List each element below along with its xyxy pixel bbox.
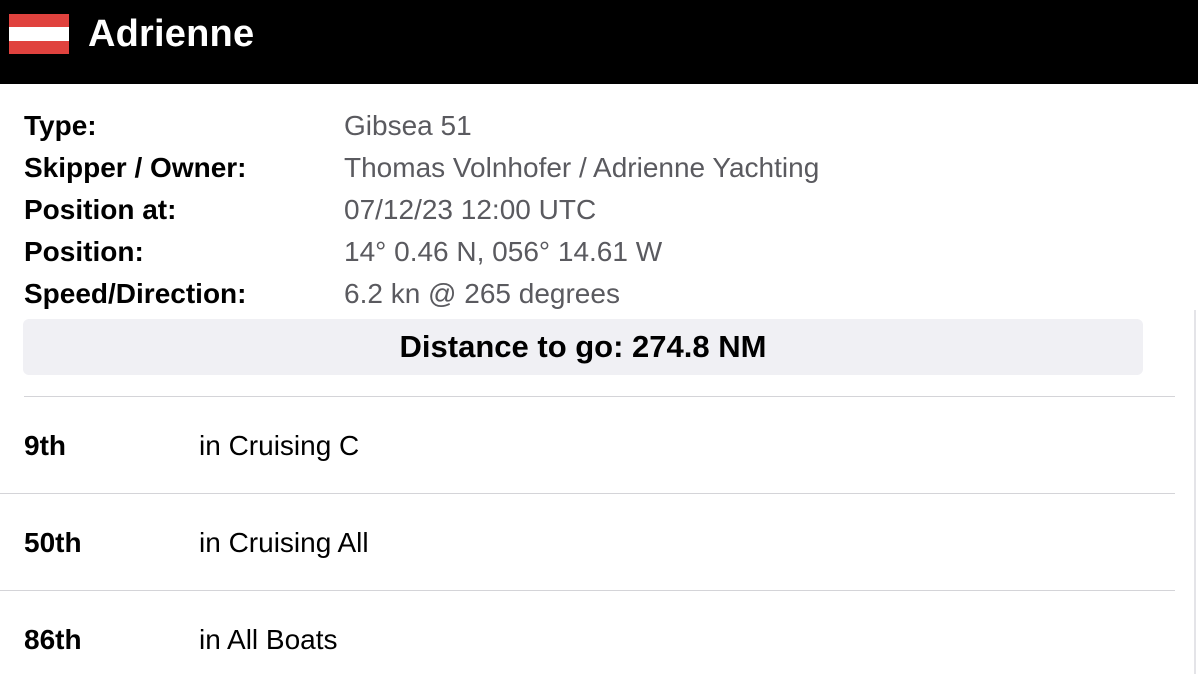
ranking-category: in Cruising All: [199, 527, 369, 558]
ranking-row[interactable]: 50th in Cruising All: [0, 495, 1175, 591]
ranking-position: 50th: [24, 527, 82, 558]
detail-row-position: Position: 14° 0.46 N, 056° 14.61 W: [24, 231, 1154, 273]
detail-row-position-at: Position at: 07/12/23 12:00 UTC: [24, 189, 1154, 231]
type-value: Gibsea 51: [344, 110, 472, 141]
type-label: Type:: [24, 110, 97, 141]
ranking-row[interactable]: 9th in Cruising C: [0, 398, 1175, 494]
position-at-value: 07/12/23 12:00 UTC: [344, 194, 597, 225]
position-value: 14° 0.46 N, 056° 14.61 W: [344, 236, 663, 267]
distance-to-go-banner: Distance to go: 274.8 NM: [23, 319, 1143, 375]
ranking-category: in Cruising C: [199, 430, 360, 461]
divider: [0, 493, 1175, 494]
speed-direction-label: Speed/Direction:: [24, 278, 247, 309]
skipper-value: Thomas Volnhofer / Adrienne Yachting: [344, 152, 820, 183]
detail-row-skipper: Skipper / Owner: Thomas Volnhofer / Adri…: [24, 147, 1154, 189]
ranking-position: 9th: [24, 430, 66, 461]
position-label: Position:: [24, 236, 144, 267]
speed-direction-value: 6.2 kn @ 265 degrees: [344, 278, 620, 309]
boat-details: Type: Gibsea 51 Skipper / Owner: Thomas …: [24, 105, 1154, 315]
austria-flag-icon: [9, 14, 69, 54]
divider: [0, 590, 1175, 591]
header-bar: Adrienne: [0, 0, 1198, 84]
detail-row-type: Type: Gibsea 51: [24, 105, 1154, 147]
divider: [24, 396, 1175, 397]
skipper-label: Skipper / Owner:: [24, 152, 247, 183]
position-at-label: Position at:: [24, 194, 177, 225]
scrollbar[interactable]: [1194, 310, 1196, 674]
boat-name-title: Adrienne: [88, 13, 255, 55]
detail-row-speed: Speed/Direction: 6.2 kn @ 265 degrees: [24, 273, 1154, 315]
